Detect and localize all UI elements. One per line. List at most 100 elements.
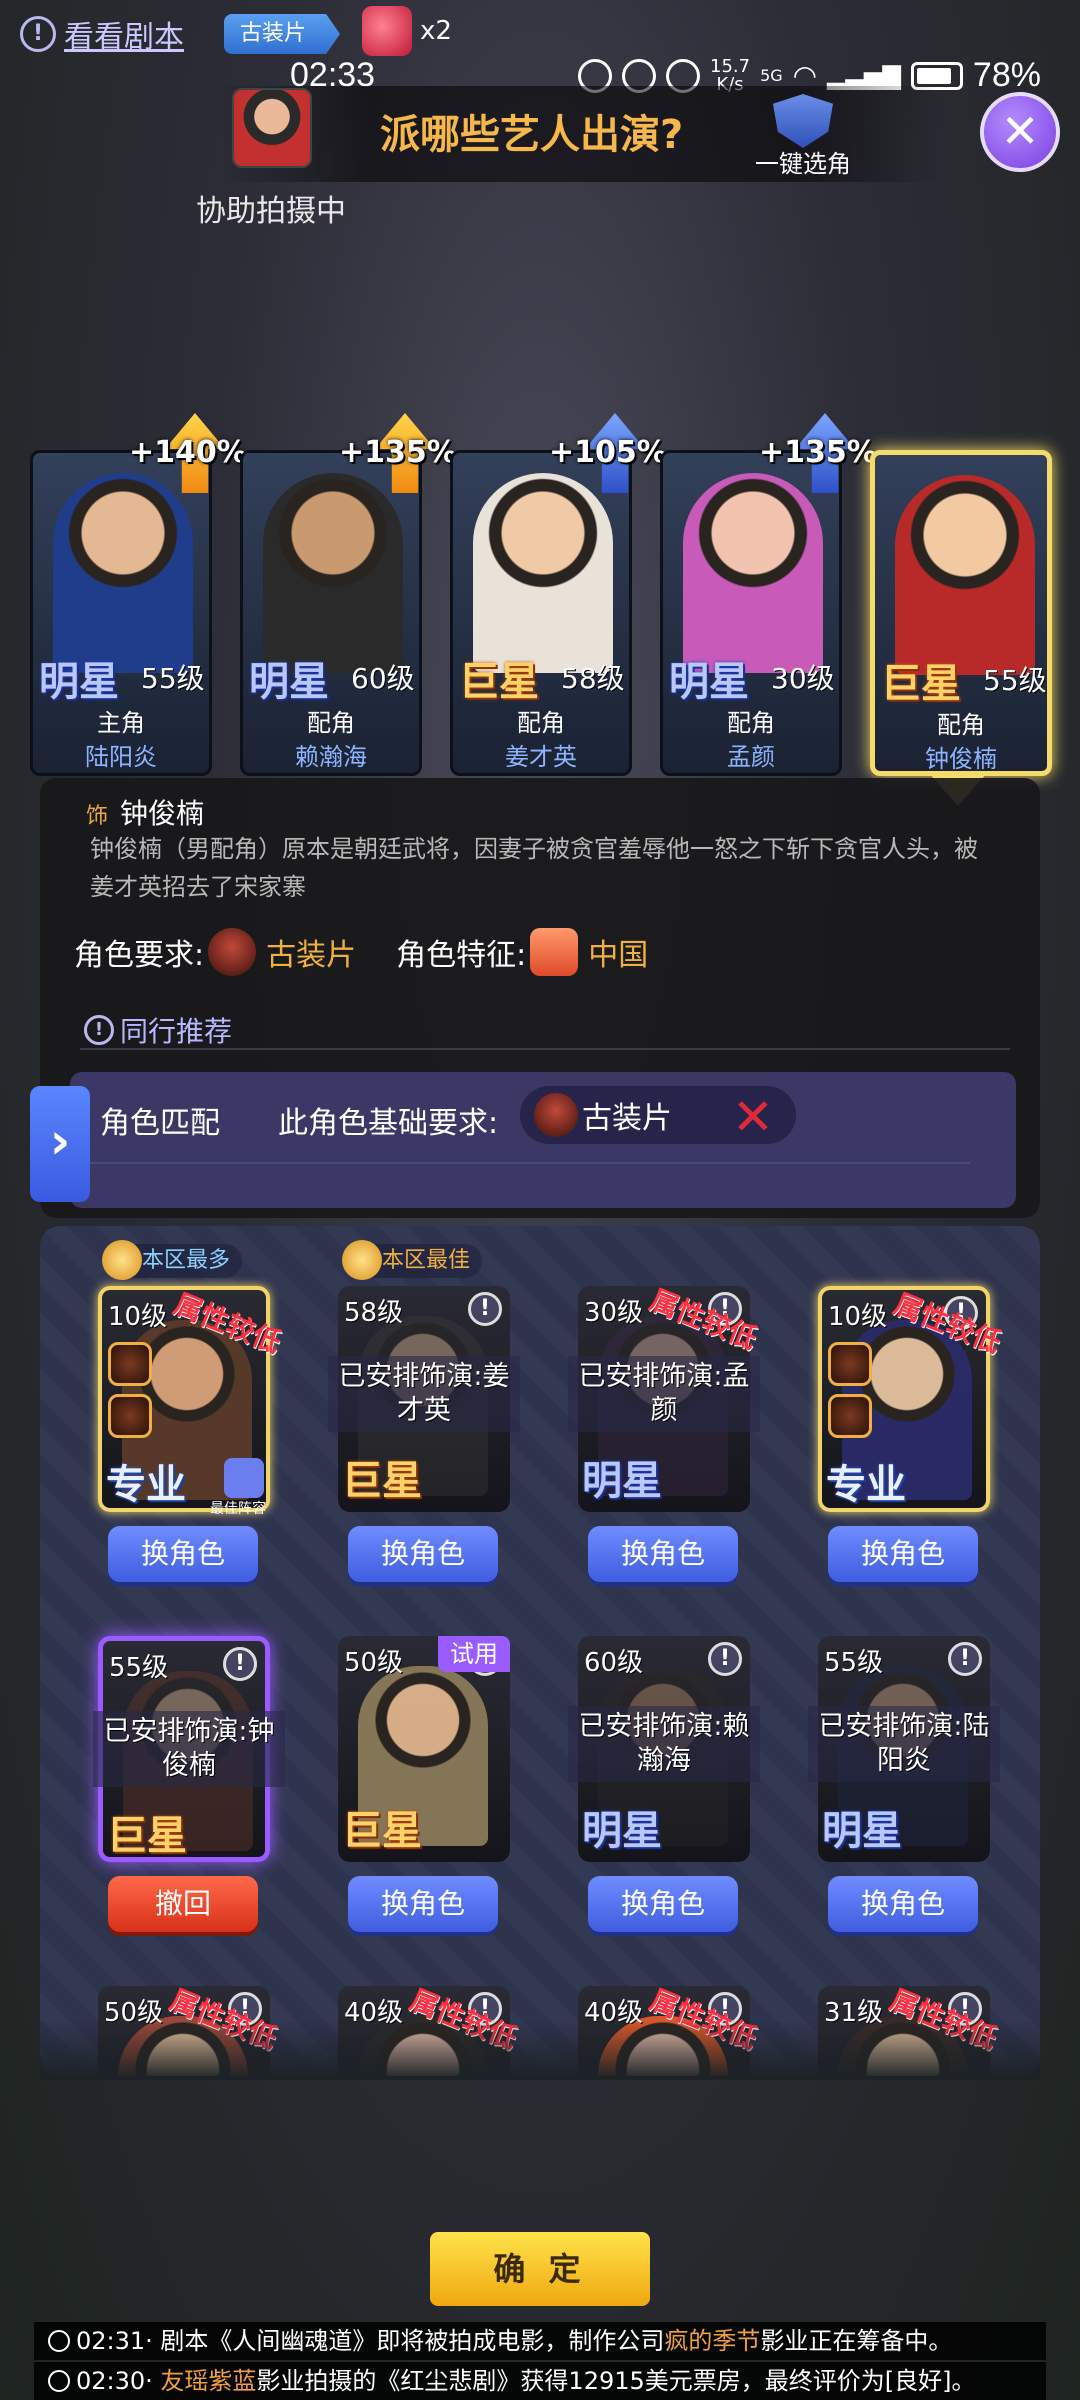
actor-level: 55级 [141,662,205,695]
star-rank: 明星 [582,1458,662,1504]
actor-level: 58级 [561,662,625,695]
bonus-percent: +135% [339,435,457,470]
info-icon[interactable]: ! [223,1647,257,1681]
change-role-button[interactable]: 换角色 [828,1526,978,1582]
medal-icon [342,1240,382,1280]
actor-level: 55级 [824,1648,884,1678]
star-rank: 巨星 [342,1458,422,1504]
region-badge-label: 本区最佳 [382,1248,471,1273]
actor-card[interactable]: 30级! 属性较低 已安排饰演:孟颜 明星 [568,1283,762,1512]
bonus-percent: +105% [549,435,667,470]
star-rank: 明星 [822,1808,902,1854]
view-script-link[interactable]: ! 看看剧本 [20,12,184,56]
match-req-label: 此角色基础要求: [278,1106,499,1141]
actor-portrait [263,473,403,673]
auto-pick-button[interactable]: 一键选角 [748,94,858,179]
actor-portrait [473,473,613,673]
actor-card[interactable]: 58级! 已安排饰演:姜才英巨星 [328,1286,520,1512]
cast-card[interactable]: +140% 明星 55级 主角 陆阳炎 [30,413,247,776]
change-role-button[interactable]: 换角色 [828,1876,978,1932]
actor-card[interactable]: 50级!试用巨星 [338,1636,510,1862]
mismatch-x-icon: ✕ [732,1088,774,1146]
assigned-label: 已安排饰演:陆阳炎 [808,1706,1000,1782]
actor-card[interactable]: 10级 属性较低 专业 最佳阵容 [98,1286,286,1517]
ticket-icon [362,6,412,56]
actor-card[interactable]: 10级! 属性较低 专业 [818,1286,1006,1512]
role-tag: 饰 [86,804,109,829]
news-ticker-1: 02:31· 剧本《人间幽魂道》即将被拍成电影，制作公司疯的季节影业正在筹备中。 [34,2322,1046,2360]
star-rank: 巨星 [459,659,539,705]
confirm-button[interactable]: 确 定 [430,2232,650,2306]
info-icon[interactable]: ! [948,1642,982,1676]
china-icon [530,928,579,976]
region-badge-label: 本区最多 [142,1248,231,1273]
star-rank: 专业 [826,1462,906,1508]
role-name: 姜才英 [505,743,577,771]
info-icon[interactable]: ! [708,1642,742,1676]
actor-level: 58级 [344,1298,404,1328]
region-badge: 本区最多 [102,1240,243,1280]
cast-card[interactable]: +135% 明星 60级 配角 赖瀚海 [240,413,457,776]
signal-5g: 5G [760,66,783,85]
cast-card[interactable]: 巨星 55级 配角 钟俊楠 [870,450,1052,776]
change-role-button[interactable]: 换角色 [348,1876,498,1932]
star-rank: 明星 [582,1808,662,1854]
role-title: 饰钟俊楠 [86,792,204,832]
role-name: 钟俊楠 [925,745,997,773]
star-rank: 明星 [249,659,329,705]
skill-icon [108,1394,152,1438]
assigned-label: 已安排饰演:孟颜 [568,1356,760,1432]
best-team-icon [224,1458,264,1498]
info-icon: ! [20,16,56,52]
expand-match-button[interactable]: › [30,1086,90,1202]
divider [80,1048,1010,1050]
actor-portrait [683,473,823,673]
withdraw-button[interactable]: 撤回 [108,1876,258,1932]
actor-portrait [895,475,1035,675]
peer-recommend-label: 同行推荐 [120,1015,233,1048]
cast-card[interactable]: +135% 明星 30级 配角 孟颜 [660,413,877,776]
actor-portrait [53,473,193,673]
role-type: 配角 [937,711,985,739]
role-type: 配角 [727,709,775,737]
assigned-label: 已安排饰演:姜才英 [328,1356,520,1432]
role-name: 赖瀚海 [295,743,367,771]
trait-value: 中国 [588,938,649,973]
change-role-button[interactable]: 换角色 [108,1526,258,1582]
actor-card[interactable]: 60级! 已安排饰演:赖瀚海 明星 [568,1636,760,1862]
trait-label: 角色特征: [396,938,527,973]
match-req-value: 古装片 [582,1101,672,1136]
assist-avatar[interactable] [232,88,312,168]
genre-chip: 古装片 [224,14,341,54]
role-description: 钟俊楠（男配角）原本是朝廷武将，因妻子被贪官羞辱他一怒之下斩下贪官人头，被姜才英… [90,835,978,901]
genre-icon [534,1093,578,1137]
req-label: 角色要求: [74,938,205,973]
bonus-percent: +140% [129,435,247,470]
actor-level: 30级 [584,1298,644,1328]
divider [90,1162,970,1164]
info-icon[interactable]: ! [468,1292,502,1326]
region-badge: 本区最佳 [342,1240,483,1280]
best-team-label: 最佳阵容 [210,1501,266,1517]
actor-level: 60级 [584,1648,644,1678]
clock-icon [48,2330,70,2352]
actor-card[interactable]: 55级! 已安排饰演:钟俊楠 巨星 [93,1636,285,1862]
skill-icon [108,1342,152,1386]
actor-card[interactable]: 55级! 已安排饰演:陆阳炎明星 [808,1636,1000,1862]
change-role-button[interactable]: 换角色 [588,1876,738,1932]
actor-level: 55级 [983,664,1047,697]
auto-pick-label: 一键选角 [755,150,851,178]
star-rank: 明星 [39,659,119,705]
role-name: 陆阳炎 [85,743,157,771]
close-button[interactable]: ✕ [980,92,1060,172]
peer-recommend[interactable]: ! 同行推荐 [84,1010,232,1050]
skill-icon [828,1394,872,1438]
actor-level: 50级 [344,1648,404,1678]
actor-level: 60级 [351,662,415,695]
assigned-label: 已安排饰演:钟俊楠 [93,1711,285,1787]
change-role-button[interactable]: 换角色 [588,1526,738,1582]
cast-card[interactable]: +105% 巨星 58级 配角 姜才英 [450,413,667,776]
star-rank: 巨星 [107,1813,187,1859]
star-rank: 专业 [106,1462,186,1508]
change-role-button[interactable]: 换角色 [348,1526,498,1582]
